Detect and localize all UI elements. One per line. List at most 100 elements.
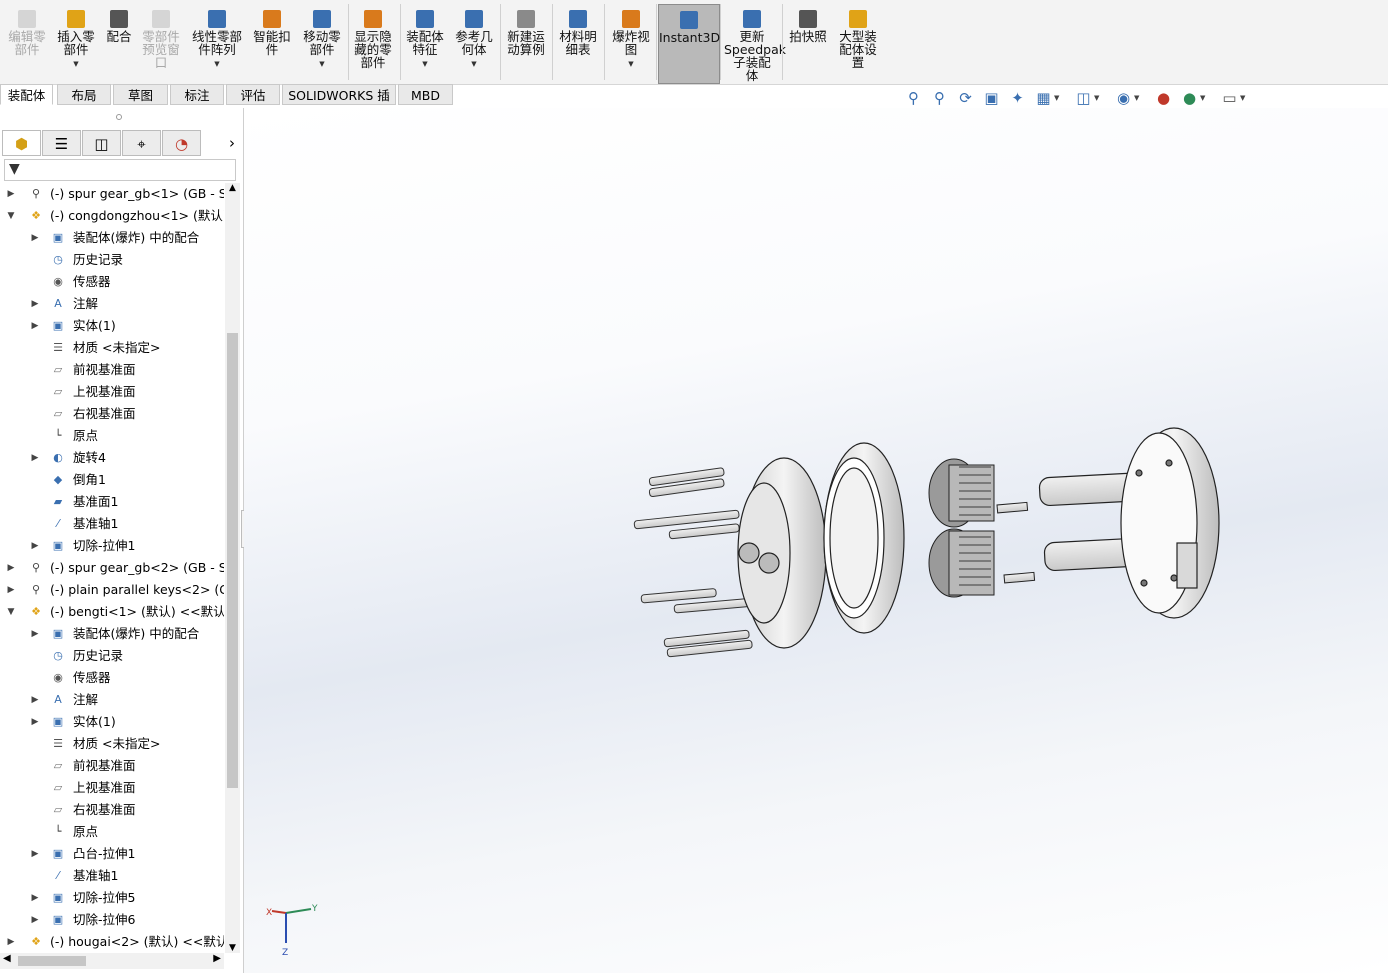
previous-view-icon[interactable]: ⟳	[957, 90, 974, 107]
tab-5[interactable]: SOLIDWORKS 插件	[282, 84, 396, 124]
update-speedpak-button[interactable]: 更新 Speedpak 子装配 体	[724, 4, 786, 82]
tree-item[interactable]: ▶ ▣ 切除-拉伸1	[0, 535, 224, 557]
tree-item[interactable]: ◷ 历史记录	[0, 249, 224, 271]
chevron-down-icon[interactable]: ▼	[1094, 94, 1099, 102]
tab-4[interactable]: 评估	[226, 84, 280, 105]
chevron-down-icon[interactable]: ▼	[452, 58, 496, 71]
scroll-right-icon[interactable]: ▶	[213, 953, 221, 964]
chevron-right-icon[interactable]: ▶	[30, 447, 40, 469]
tree-item[interactable]: ▶ A 注解	[0, 293, 224, 315]
reference-geometry-button[interactable]: 参考几 何体 ▼	[452, 4, 496, 82]
edit-appearance-icon[interactable]: ●	[1155, 90, 1172, 107]
take-snapshot-button[interactable]: 拍快照	[786, 4, 830, 82]
chevron-right-icon[interactable]: ▶	[30, 535, 40, 557]
tree-item[interactable]: ▶ ❖ (-) hougai<2> (默认) <<默认>_	[0, 931, 224, 953]
feature-manager-tab[interactable]: ⬢	[2, 130, 41, 156]
hide-show-items-icon[interactable]: ◉	[1115, 90, 1132, 107]
tab-0[interactable]: 装配体	[0, 84, 53, 105]
tree-item[interactable]: ☰ 材质 <未指定>	[0, 733, 224, 755]
tree-horizontal-scrollbar[interactable]: ◀ ▶	[0, 953, 224, 969]
mate-button[interactable]: 配合	[102, 4, 136, 82]
filter-icon[interactable]: ▼︎	[9, 161, 20, 177]
tree-item[interactable]: ◷ 历史记录	[0, 645, 224, 667]
chevron-down-icon[interactable]: ▼	[606, 58, 656, 71]
display-manager-tab[interactable]: ◔	[162, 130, 201, 156]
dynamic-annotation-icon[interactable]: ✦	[1009, 90, 1026, 107]
chevron-down-icon[interactable]: ▼	[54, 58, 98, 71]
exploded-gear-pump-model[interactable]	[629, 403, 1229, 663]
graphics-area[interactable]: Y X Z	[244, 108, 1388, 973]
tab-1[interactable]: 布局	[57, 84, 111, 105]
tree-item[interactable]: ▼ ❖ (-) bengti<1> (默认) <<默认>_	[0, 601, 224, 623]
scroll-down-icon[interactable]: ▼	[225, 943, 240, 953]
section-view-icon[interactable]: ▣	[983, 90, 1000, 107]
tree-item[interactable]: ▱ 右视基准面	[0, 403, 224, 425]
apply-scene-icon[interactable]: ●	[1181, 90, 1198, 107]
bill-of-materials-button[interactable]: 材料明 细表	[556, 4, 600, 82]
tree-item[interactable]: ▶ ▣ 切除-拉伸5	[0, 887, 224, 909]
chevron-down-icon[interactable]: ▼	[1134, 94, 1139, 102]
tree-item[interactable]: ▶ ▣ 实体(1)	[0, 711, 224, 733]
tree-item[interactable]: ▶ ◐ 旋转4	[0, 447, 224, 469]
chevron-right-icon[interactable]: ▶	[6, 557, 16, 579]
chevron-down-icon[interactable]: ▼	[188, 58, 246, 71]
zoom-to-fit-icon[interactable]: ⚲	[905, 90, 922, 107]
chevron-right-icon[interactable]: ▶	[30, 623, 40, 645]
chevron-right-icon[interactable]: ▶	[30, 909, 40, 931]
chevron-down-icon[interactable]: ▼	[6, 205, 16, 227]
tree-item[interactable]: ▱ 上视基准面	[0, 381, 224, 403]
tree-item[interactable]: ◉ 传感器	[0, 667, 224, 689]
tree-filter-bar[interactable]: ▼︎	[4, 159, 236, 181]
chevron-right-icon[interactable]: ▶	[30, 711, 40, 733]
linear-pattern-button[interactable]: 线性零部 件阵列 ▼	[188, 4, 246, 82]
tree-item[interactable]: ▶ ▣ 凸台-拉伸1	[0, 843, 224, 865]
chevron-right-icon[interactable]: ▶	[6, 183, 16, 205]
tab-3[interactable]: 标注	[170, 84, 224, 105]
tree-item[interactable]: ▱ 前视基准面	[0, 755, 224, 777]
tree-item[interactable]: ▶ ⚲ (-) plain parallel keys<2> (GB	[0, 579, 224, 601]
tree-item[interactable]: ⁄ 基准轴1	[0, 865, 224, 887]
chevron-down-icon[interactable]: ▼	[1054, 94, 1059, 102]
configuration-manager-tab[interactable]: ◫	[82, 130, 121, 156]
tree-item[interactable]: ▶ ▣ 装配体(爆炸) 中的配合	[0, 227, 224, 249]
scroll-thumb[interactable]	[227, 333, 238, 788]
tree-item[interactable]: ▶ ⚲ (-) spur gear_gb<2> (GB - Sp	[0, 557, 224, 579]
tree-item[interactable]: ▰ 基准面1	[0, 491, 224, 513]
large-assembly-settings-button[interactable]: 大型装 配体设 置	[834, 4, 882, 82]
tab-2[interactable]: 草图	[113, 84, 168, 105]
tree-item[interactable]: ▶ ▣ 切除-拉伸6	[0, 909, 224, 931]
chevron-right-icon[interactable]: ▶	[30, 227, 40, 249]
property-manager-tab[interactable]: ☰	[42, 130, 81, 156]
chevron-right-icon[interactable]: ▶	[30, 843, 40, 865]
instant3d-button[interactable]: Instant3D	[658, 4, 720, 84]
tree-item[interactable]: ◉ 传感器	[0, 271, 224, 293]
insert-component-button[interactable]: 插入零 部件 ▼	[54, 4, 98, 82]
display-style-icon[interactable]: ◫	[1075, 90, 1092, 107]
chevron-down-icon[interactable]: ▼	[300, 58, 344, 71]
chevron-right-icon[interactable]: ▶	[30, 315, 40, 337]
tree-item[interactable]: ▱ 上视基准面	[0, 777, 224, 799]
component-preview-button[interactable]: 零部件 预览窗 口	[138, 4, 184, 82]
smart-fasteners-button[interactable]: 智能扣 件	[250, 4, 294, 82]
chevron-right-icon[interactable]: ›	[224, 130, 240, 156]
chevron-down-icon[interactable]: ▼	[1240, 94, 1245, 102]
view-orientation-icon[interactable]: ▦	[1035, 90, 1052, 107]
view-settings-icon[interactable]: ▭	[1221, 90, 1238, 107]
chevron-right-icon[interactable]: ▶	[6, 931, 16, 953]
tree-item[interactable]: ▶ ▣ 装配体(爆炸) 中的配合	[0, 623, 224, 645]
chevron-right-icon[interactable]: ▶	[30, 293, 40, 315]
new-motion-study-button[interactable]: 新建运 动算例	[503, 4, 549, 82]
tree-item[interactable]: ◆ 倒角1	[0, 469, 224, 491]
chevron-right-icon[interactable]: ▶	[30, 887, 40, 909]
tree-item[interactable]: └ 原点	[0, 425, 224, 447]
assembly-features-button[interactable]: 装配体 特征 ▼	[403, 4, 447, 82]
tree-item[interactable]: ▼ ❖ (-) congdongzhou<1> (默认) <	[0, 205, 224, 227]
scroll-left-icon[interactable]: ◀	[3, 953, 11, 964]
tree-item[interactable]: ▶ A 注解	[0, 689, 224, 711]
show-hidden-button[interactable]: 显示隐 藏的零 部件	[350, 4, 396, 82]
tab-6[interactable]: MBD	[398, 84, 453, 105]
tree-item[interactable]: ☰ 材质 <未指定>	[0, 337, 224, 359]
tree-item[interactable]: ▶ ⚲ (-) spur gear_gb<1> (GB - Sp	[0, 183, 224, 205]
zoom-to-area-icon[interactable]: ⚲	[931, 90, 948, 107]
tree-item[interactable]: └ 原点	[0, 821, 224, 843]
